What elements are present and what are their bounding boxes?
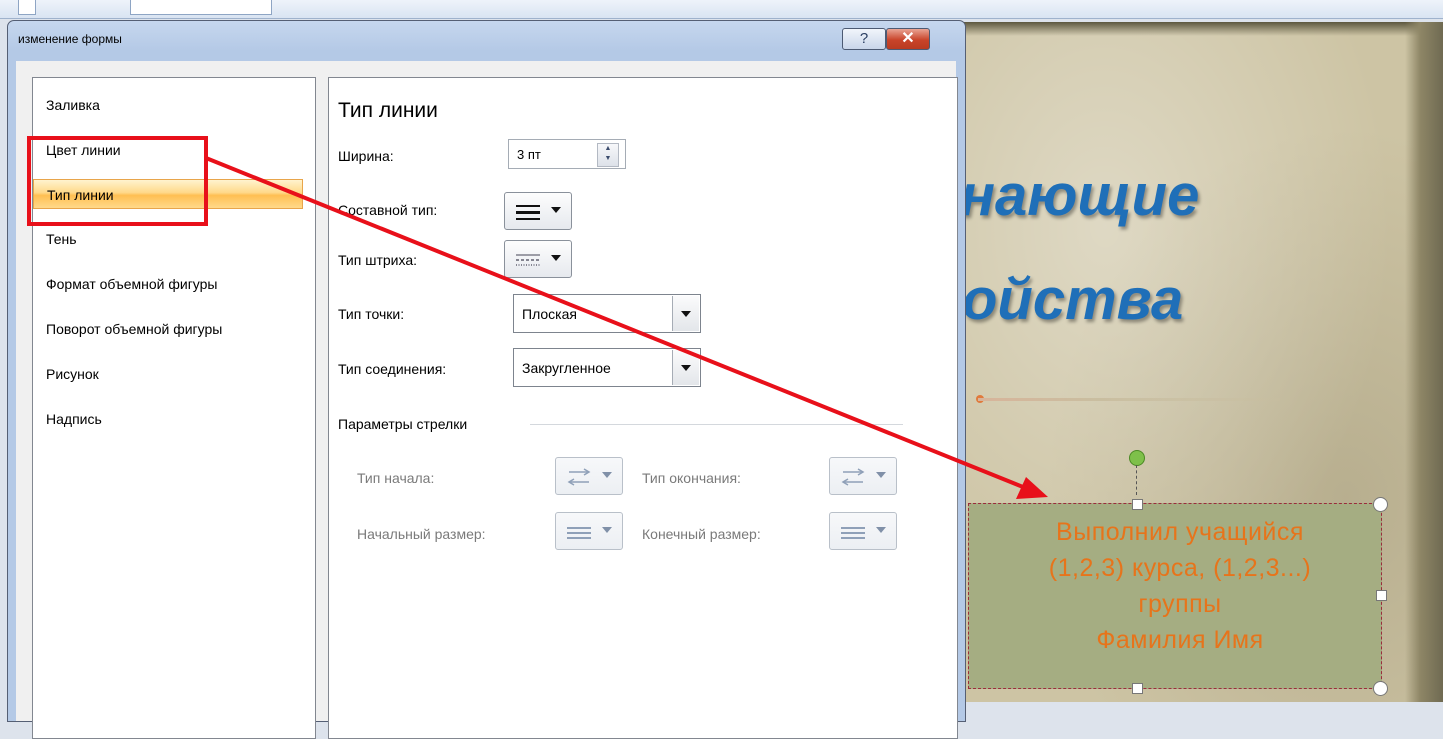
group-divider — [530, 424, 903, 425]
slide-right-edge — [1405, 22, 1443, 702]
toolbar-dropdown-stub[interactable] — [130, 0, 272, 15]
join-type-label: Тип соединения: — [338, 361, 447, 377]
slide-top-edge — [960, 22, 1443, 36]
textbox-line: Выполнил учащийся — [1056, 518, 1304, 546]
compound-type-dropdown[interactable] — [504, 192, 572, 230]
begin-size-dropdown[interactable] — [555, 512, 623, 550]
chevron-down-icon — [876, 527, 886, 533]
nav-item-picture[interactable]: Рисунок — [33, 359, 303, 389]
compound-type-label: Составной тип: — [338, 202, 438, 218]
format-shape-dialog[interactable]: изменение формы ? ✕ Заливка Цвет линии Т… — [7, 20, 966, 739]
rotation-handle[interactable] — [1129, 450, 1145, 466]
arrow-type-icon — [567, 468, 591, 486]
dash-type-label: Тип штриха: — [338, 252, 417, 268]
cap-type-value: Плоская — [522, 306, 577, 322]
begin-type-dropdown[interactable] — [555, 457, 623, 495]
resize-handle-bottom[interactable] — [1132, 683, 1143, 694]
close-button[interactable]: ✕ — [886, 28, 930, 50]
resize-handle-top-right[interactable] — [1373, 497, 1388, 512]
category-list: Заливка Цвет линии Тип линии Тень Формат… — [32, 77, 316, 739]
arrow-size-icon — [841, 527, 865, 539]
nav-item-3d-rotation[interactable]: Поворот объемной фигуры — [33, 314, 303, 344]
textbox-text[interactable]: Выполнил учащийся (1,2,3) курса, (1,2,3.… — [960, 514, 1401, 658]
chevron-down-icon — [551, 207, 561, 213]
begin-size-label: Начальный размер: — [357, 526, 486, 542]
chevron-down-icon — [876, 472, 886, 478]
cap-type-label: Тип точки: — [338, 306, 405, 322]
chevron-down-icon — [602, 527, 612, 533]
nav-item-shadow[interactable]: Тень — [33, 224, 303, 254]
line-style-panel: Тип линии Ширина: 3 пт ▲ ▼ Составной тип:… — [328, 77, 958, 739]
end-type-dropdown[interactable] — [829, 457, 897, 495]
width-spinner[interactable]: 3 пт ▲ ▼ — [508, 139, 626, 169]
dialog-body: Заливка Цвет линии Тип линии Тень Формат… — [16, 61, 958, 739]
cap-type-select[interactable]: Плоская — [513, 294, 701, 333]
arrow-settings-label: Параметры стрелки — [338, 416, 468, 432]
width-value: 3 пт — [517, 147, 541, 162]
dash-type-dropdown[interactable] — [504, 240, 572, 278]
arrow-type-icon — [841, 468, 865, 486]
textbox-line: (1,2,3) курса, (1,2,3...) — [1048, 554, 1312, 582]
nav-item-text-box[interactable]: Надпись — [33, 404, 303, 434]
selected-textbox[interactable]: Выполнил учащийся (1,2,3) курса, (1,2,3.… — [968, 503, 1382, 689]
nav-item-fill[interactable]: Заливка — [33, 90, 303, 120]
resize-handle-right[interactable] — [1376, 590, 1387, 601]
nav-item-3d-format[interactable]: Формат объемной фигуры — [33, 269, 303, 299]
dropdown-button[interactable] — [672, 350, 699, 385]
resize-handle-bottom-right[interactable] — [1373, 681, 1388, 696]
textbox-line: группы — [1138, 590, 1222, 618]
chevron-down-icon — [551, 255, 561, 261]
begin-type-label: Тип начала: — [357, 470, 435, 486]
chevron-down-icon — [681, 365, 691, 371]
app-toolbar-strip — [0, 0, 1443, 19]
help-button[interactable]: ? — [842, 28, 886, 50]
slide-canvas[interactable]: нающие ойства Выполнил учащийся (1,2,3) … — [960, 22, 1443, 702]
join-type-select[interactable]: Закругленное — [513, 348, 701, 387]
spin-arrows-icon[interactable]: ▲ ▼ — [597, 143, 619, 167]
toolbar-button-stub[interactable] — [18, 0, 36, 15]
textbox-line: Фамилия Имя — [1096, 626, 1264, 654]
dropdown-button[interactable] — [672, 296, 699, 331]
resize-handle-top[interactable] — [1132, 499, 1143, 510]
nav-item-line-style[interactable]: Тип линии — [33, 179, 303, 209]
slide-title-line1[interactable]: нающие — [960, 162, 1199, 229]
arrow-size-icon — [567, 527, 591, 539]
join-type-value: Закругленное — [522, 360, 611, 376]
rotation-stem — [1136, 465, 1137, 495]
width-label: Ширина: — [338, 148, 394, 164]
slide-divider-line — [978, 398, 1280, 401]
nav-item-line-color[interactable]: Цвет линии — [33, 135, 303, 165]
end-type-label: Тип окончания: — [642, 470, 741, 486]
chevron-down-icon — [602, 472, 612, 478]
end-size-dropdown[interactable] — [829, 512, 897, 550]
slide-title-line2[interactable]: ойства — [962, 266, 1183, 333]
dialog-title: изменение формы — [18, 32, 122, 46]
section-title: Тип линии — [338, 99, 438, 122]
dash-lines-icon — [516, 254, 540, 266]
chevron-down-icon — [681, 311, 691, 317]
end-size-label: Конечный размер: — [642, 526, 761, 542]
dialog-titlebar[interactable]: изменение формы ? ✕ — [8, 21, 965, 55]
compound-lines-icon — [516, 205, 540, 220]
